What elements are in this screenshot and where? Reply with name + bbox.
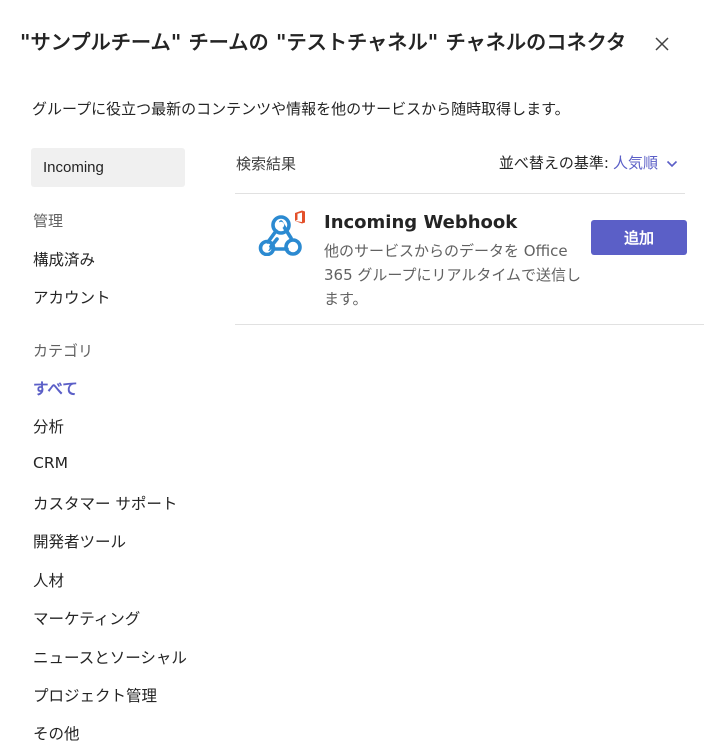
sort-dropdown[interactable]: 並べ替えの基準: 人気順 [499, 152, 678, 173]
divider [235, 324, 704, 325]
sort-label: 並べ替えの基準: [498, 154, 609, 172]
sidebar-item-crm[interactable]: CRM [33, 454, 68, 472]
sidebar-item-all[interactable]: すべて [33, 377, 78, 399]
manage-section-header: 管理 [33, 212, 64, 230]
chevron-down-icon[interactable] [666, 154, 678, 172]
sidebar-item-news-social[interactable]: ニュースとソーシャル [33, 646, 187, 668]
dialog-title: "サンプルチーム" チームの "テストチャネル" チャネルのコネクタ [20, 30, 627, 54]
category-section-header: カテゴリ [33, 342, 94, 360]
close-icon[interactable] [648, 30, 676, 58]
office-icon [294, 209, 306, 224]
dialog-description: グループに役立つ最新のコンテンツや情報を他のサービスから随時取得します。 [32, 100, 570, 118]
sidebar-item-marketing[interactable]: マーケティング [33, 607, 140, 629]
results-label: 検索結果 [236, 155, 297, 173]
divider [235, 193, 685, 194]
close-button[interactable] [648, 30, 676, 58]
add-button[interactable]: 追加 [591, 220, 687, 255]
search-input[interactable] [31, 148, 185, 187]
connector-name: Incoming Webhook [324, 212, 518, 233]
sidebar-item-accounts[interactable]: アカウント [33, 286, 111, 308]
sidebar-item-customer-support[interactable]: カスタマー サポート [33, 492, 177, 514]
sidebar-item-project-management[interactable]: プロジェクト管理 [33, 684, 157, 706]
connector-description: 他のサービスからのデータを Office 365 グループにリアルタイムで送信し… [324, 242, 582, 308]
sort-value[interactable]: 人気順 [613, 152, 658, 173]
sidebar-item-developer-tools[interactable]: 開発者ツール [33, 530, 126, 552]
sidebar-item-configured[interactable]: 構成済み [33, 248, 95, 270]
sidebar-item-other[interactable]: その他 [33, 722, 80, 744]
sidebar-item-hr[interactable]: 人材 [33, 569, 64, 591]
sidebar-item-analytics[interactable]: 分析 [33, 415, 64, 437]
